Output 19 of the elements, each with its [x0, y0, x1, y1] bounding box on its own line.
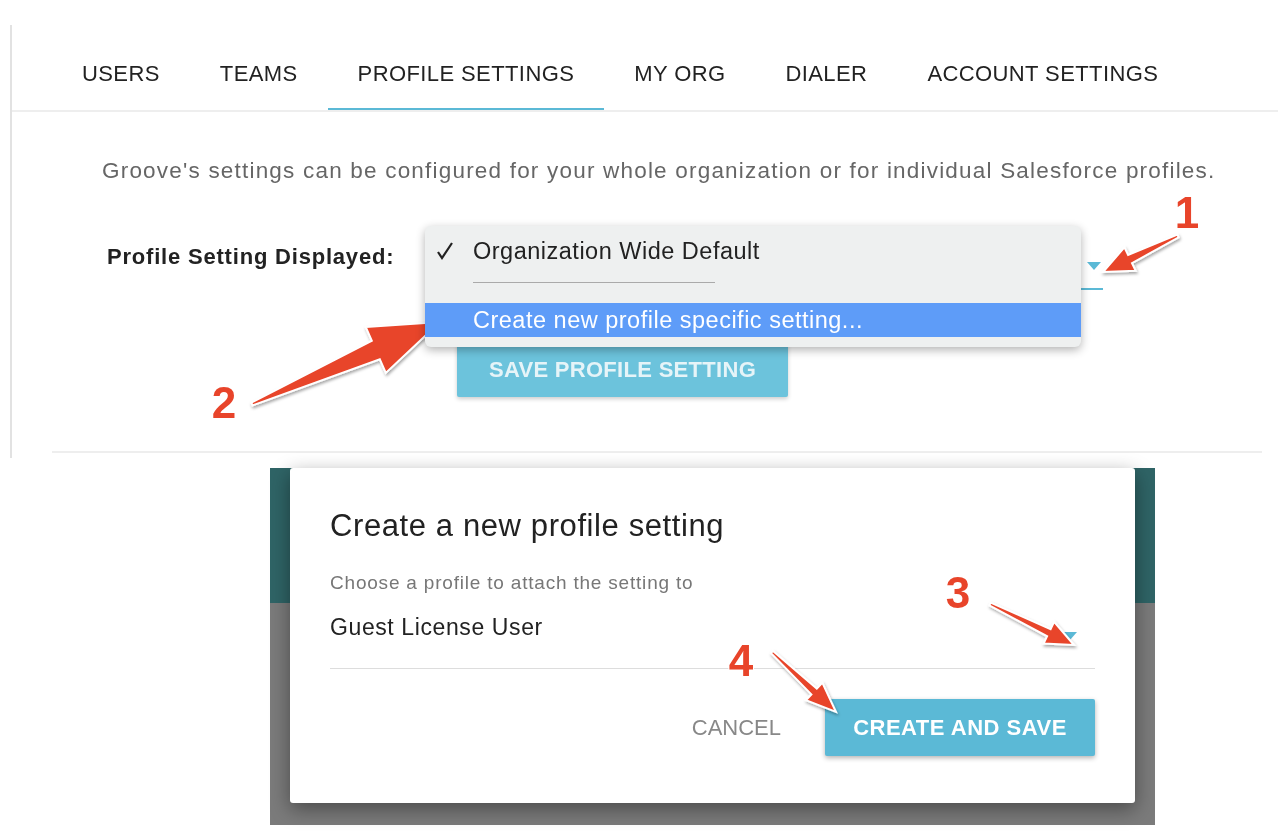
dropdown-icon — [1087, 262, 1101, 270]
cancel-button[interactable]: CANCEL — [691, 714, 781, 741]
field-label: Choose a profile to attach the setting to — [330, 572, 694, 594]
arrow — [769, 649, 838, 714]
tab[interactable]: MY ORG — [604, 40, 756, 110]
tab[interactable]: TEAMS — [189, 40, 328, 110]
tab[interactable]: PROFILE SETTINGS — [327, 40, 605, 110]
description-text: Groove's settings can be configured for your whole organization or for individual Salesforce profiles. — [102, 158, 1217, 184]
tab[interactable]: DIALER — [755, 40, 898, 110]
field-label: Profile Setting Displayed: — [107, 243, 396, 270]
step-number: 1 — [1174, 188, 1200, 237]
dialog-title: Create a new profile setting — [330, 508, 726, 544]
checkmark-icon — [437, 242, 453, 260]
tab[interactable]: ACCOUNT SETTINGS — [897, 40, 1189, 110]
tab[interactable]: USERS — [52, 40, 190, 110]
step-number: 2 — [211, 378, 237, 427]
step-number: 3 — [945, 568, 971, 617]
step-number: 4 — [728, 636, 754, 685]
profile-select-value[interactable]: Guest License User — [330, 614, 543, 641]
